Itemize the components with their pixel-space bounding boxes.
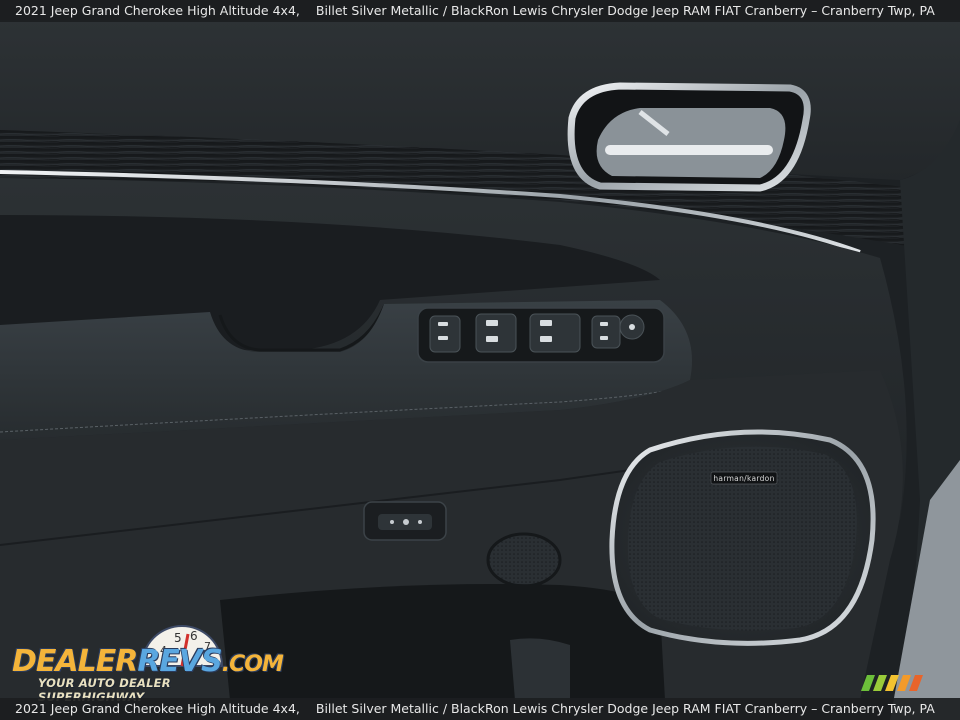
watermark-brand: DEALERREVS.COM (12, 644, 284, 679)
speaker-badge-text: harman/kardon (713, 474, 774, 483)
caption-dealer: Ron Lewis Chrysler Dodge Jeep RAM FIAT C… (485, 3, 935, 18)
caption-color-bottom: Billet Silver Metallic / Black (315, 701, 485, 716)
caption-vehicle-info: 2021 Jeep Grand Cherokee High Altitude 4… (15, 0, 485, 22)
caption-vehicle-info-bottom: 2021 Jeep Grand Cherokee High Altitude 4… (15, 698, 485, 720)
caption-dealer-bottom: Ron Lewis Chrysler Dodge Jeep RAM FIAT C… (485, 701, 935, 716)
caption-vehicle: 2021 Jeep Grand Cherokee High Altitude 4… (15, 3, 300, 18)
door-panel-photo: harman/kardon (0, 0, 960, 720)
caption-bar-top: 2021 Jeep Grand Cherokee High Altitude 4… (0, 0, 960, 22)
caption-color: Billet Silver Metallic / Black (315, 3, 485, 18)
caption-vehicle-bottom: 2021 Jeep Grand Cherokee High Altitude 4… (15, 701, 300, 716)
dealerrevs-watermark: 4 5 6 7 DEALERREVS.COM YOUR AUTO DEALER … (12, 624, 284, 704)
svg-text:6: 6 (190, 629, 198, 643)
svg-text:5: 5 (174, 631, 182, 645)
caption-bar-bottom: 2021 Jeep Grand Cherokee High Altitude 4… (0, 698, 960, 720)
stripe-logo-icon (861, 675, 923, 691)
